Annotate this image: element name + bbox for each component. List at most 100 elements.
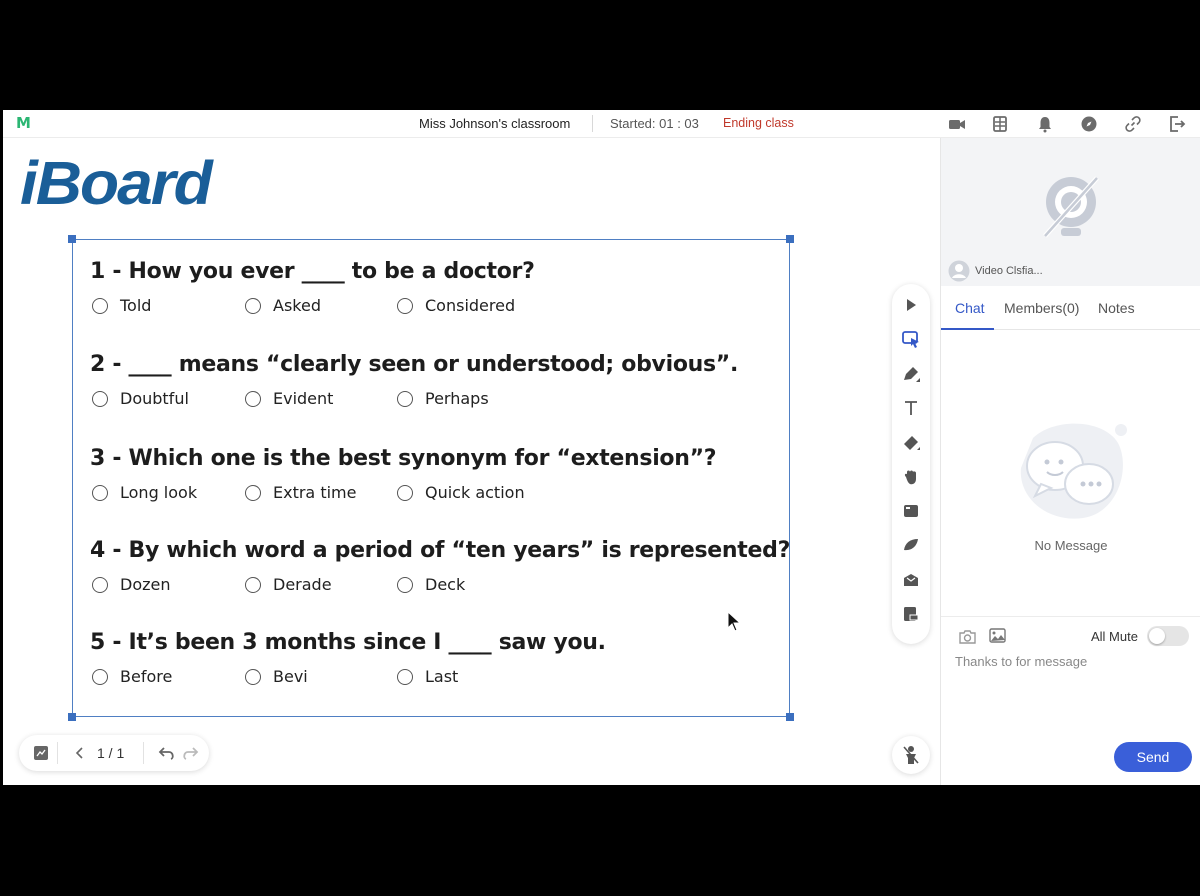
end-class-button[interactable]: Ending class <box>723 116 794 130</box>
question-text: 4 - By which word a period of “ten years… <box>90 538 791 563</box>
option-label: Long look <box>120 483 198 502</box>
option-label: Doubtful <box>120 389 189 408</box>
camera-off-icon <box>1043 176 1099 238</box>
tab-chat[interactable]: Chat <box>955 300 985 316</box>
brand-logo: iBoard <box>20 148 213 218</box>
option-label: Derade <box>273 575 332 594</box>
option-label: Considered <box>425 296 516 315</box>
class-timer: Started: 01 : 03 <box>610 116 699 131</box>
option-label: Perhaps <box>425 389 489 408</box>
video-area: Video Clsfia... <box>941 138 1200 286</box>
radio-button[interactable] <box>92 576 108 593</box>
previous-page-icon[interactable] <box>73 745 85 766</box>
answer-option[interactable]: Considered <box>397 296 515 315</box>
link-icon[interactable] <box>1124 115 1142 133</box>
screenshot-icon[interactable] <box>959 629 976 649</box>
resize-handle-top-right[interactable] <box>786 235 794 243</box>
panel-tabs: Chat Members(0) Notes <box>941 288 1200 330</box>
answer-option[interactable]: Last <box>397 667 458 686</box>
file-icon[interactable] <box>901 604 921 624</box>
answer-option[interactable]: Bevi <box>245 667 308 686</box>
radio-button[interactable] <box>397 297 413 314</box>
play-icon[interactable] <box>901 295 921 315</box>
toolbox-icon[interactable] <box>901 570 921 590</box>
answer-option[interactable]: Told <box>92 296 151 315</box>
undo-icon[interactable] <box>158 744 176 767</box>
resize-handle-top-left[interactable] <box>68 235 76 243</box>
person-off-icon <box>903 746 919 764</box>
layout-icon[interactable] <box>991 115 1009 133</box>
hide-participants-button[interactable] <box>892 736 930 774</box>
radio-button[interactable] <box>245 297 261 314</box>
question-text: 1 - How you ever ____ to be a doctor? <box>90 259 535 284</box>
user-avatar-icon <box>948 260 970 282</box>
all-mute-toggle[interactable] <box>1147 626 1189 646</box>
side-panel: Video Clsfia... Chat Members(0) Notes No… <box>940 138 1200 785</box>
compass-icon[interactable] <box>1080 115 1098 133</box>
bell-icon[interactable] <box>1036 115 1054 133</box>
shape-icon[interactable] <box>901 535 921 555</box>
answer-option[interactable]: Long look <box>92 483 197 502</box>
classroom-app: M Miss Johnson's classroom Started: 01 :… <box>3 110 1200 785</box>
quiz-selection-box[interactable]: 1 - How you ever ____ to be a doctor? To… <box>68 235 794 721</box>
answer-option[interactable]: Evident <box>245 389 333 408</box>
radio-button[interactable] <box>245 668 261 685</box>
send-button[interactable]: Send <box>1114 742 1192 772</box>
option-label: Evident <box>273 389 334 408</box>
page-indicator: 1 / 1 <box>97 745 125 761</box>
all-mute-label: All Mute <box>1091 629 1138 644</box>
answer-options: Before Bevi Last <box>90 667 606 689</box>
question-text: 2 - ____ means “clearly seen or understo… <box>90 352 739 377</box>
radio-button[interactable] <box>397 668 413 685</box>
option-label: Bevi <box>273 667 308 686</box>
exit-icon[interactable] <box>1168 115 1186 133</box>
answer-options: Long look Extra time Quick action <box>90 483 716 505</box>
answer-options: Doubtful Evident Perhaps <box>90 389 738 411</box>
question-text: 3 - Which one is the best synonym for “e… <box>90 446 717 471</box>
whiteboard[interactable]: iBoard 1 - How you ever ____ to be a doc… <box>3 138 940 785</box>
text-icon[interactable] <box>901 398 921 418</box>
option-label: Extra time <box>273 483 357 502</box>
screen-icon[interactable] <box>901 501 921 521</box>
eraser-icon[interactable] <box>901 432 921 452</box>
image-icon[interactable] <box>989 628 1006 648</box>
radio-button[interactable] <box>245 576 261 593</box>
answer-option[interactable]: Dozen <box>92 575 171 594</box>
radio-button[interactable] <box>397 390 413 407</box>
radio-button[interactable] <box>245 390 261 407</box>
redo-icon[interactable] <box>181 744 199 767</box>
answer-options: Dozen Derade Deck <box>90 575 790 597</box>
answer-option[interactable]: Derade <box>245 575 332 594</box>
answer-option[interactable]: Asked <box>245 296 321 315</box>
pen-icon[interactable] <box>901 364 921 384</box>
participant-name: Video Clsfia... <box>975 265 1043 277</box>
answer-option[interactable]: Deck <box>397 575 465 594</box>
chat-input[interactable] <box>955 654 1185 669</box>
camera-icon[interactable] <box>948 115 966 133</box>
radio-button[interactable] <box>245 484 261 501</box>
question-3: 3 - Which one is the best synonym for “e… <box>90 446 717 505</box>
divider <box>57 742 58 764</box>
radio-button[interactable] <box>92 390 108 407</box>
question-1: 1 - How you ever ____ to be a doctor? To… <box>90 259 535 318</box>
divider <box>592 115 593 132</box>
answer-option[interactable]: Quick action <box>397 483 525 502</box>
answer-option[interactable]: Doubtful <box>92 389 189 408</box>
answer-option[interactable]: Perhaps <box>397 389 489 408</box>
resize-handle-bottom-left[interactable] <box>68 713 76 721</box>
resize-handle-bottom-right[interactable] <box>786 713 794 721</box>
hand-icon[interactable] <box>901 467 921 487</box>
tab-members[interactable]: Members(0) <box>1004 300 1079 316</box>
answer-option[interactable]: Before <box>92 667 172 686</box>
select-icon[interactable] <box>901 329 921 349</box>
radio-button[interactable] <box>397 576 413 593</box>
radio-button[interactable] <box>92 484 108 501</box>
radio-button[interactable] <box>397 484 413 501</box>
class-title: Miss Johnson's classroom <box>419 116 571 131</box>
question-2: 2 - ____ means “clearly seen or understo… <box>90 352 738 411</box>
radio-button[interactable] <box>92 297 108 314</box>
tab-notes[interactable]: Notes <box>1098 300 1135 316</box>
thumbnail-icon[interactable] <box>33 745 49 766</box>
radio-button[interactable] <box>92 668 108 685</box>
answer-option[interactable]: Extra time <box>245 483 356 502</box>
